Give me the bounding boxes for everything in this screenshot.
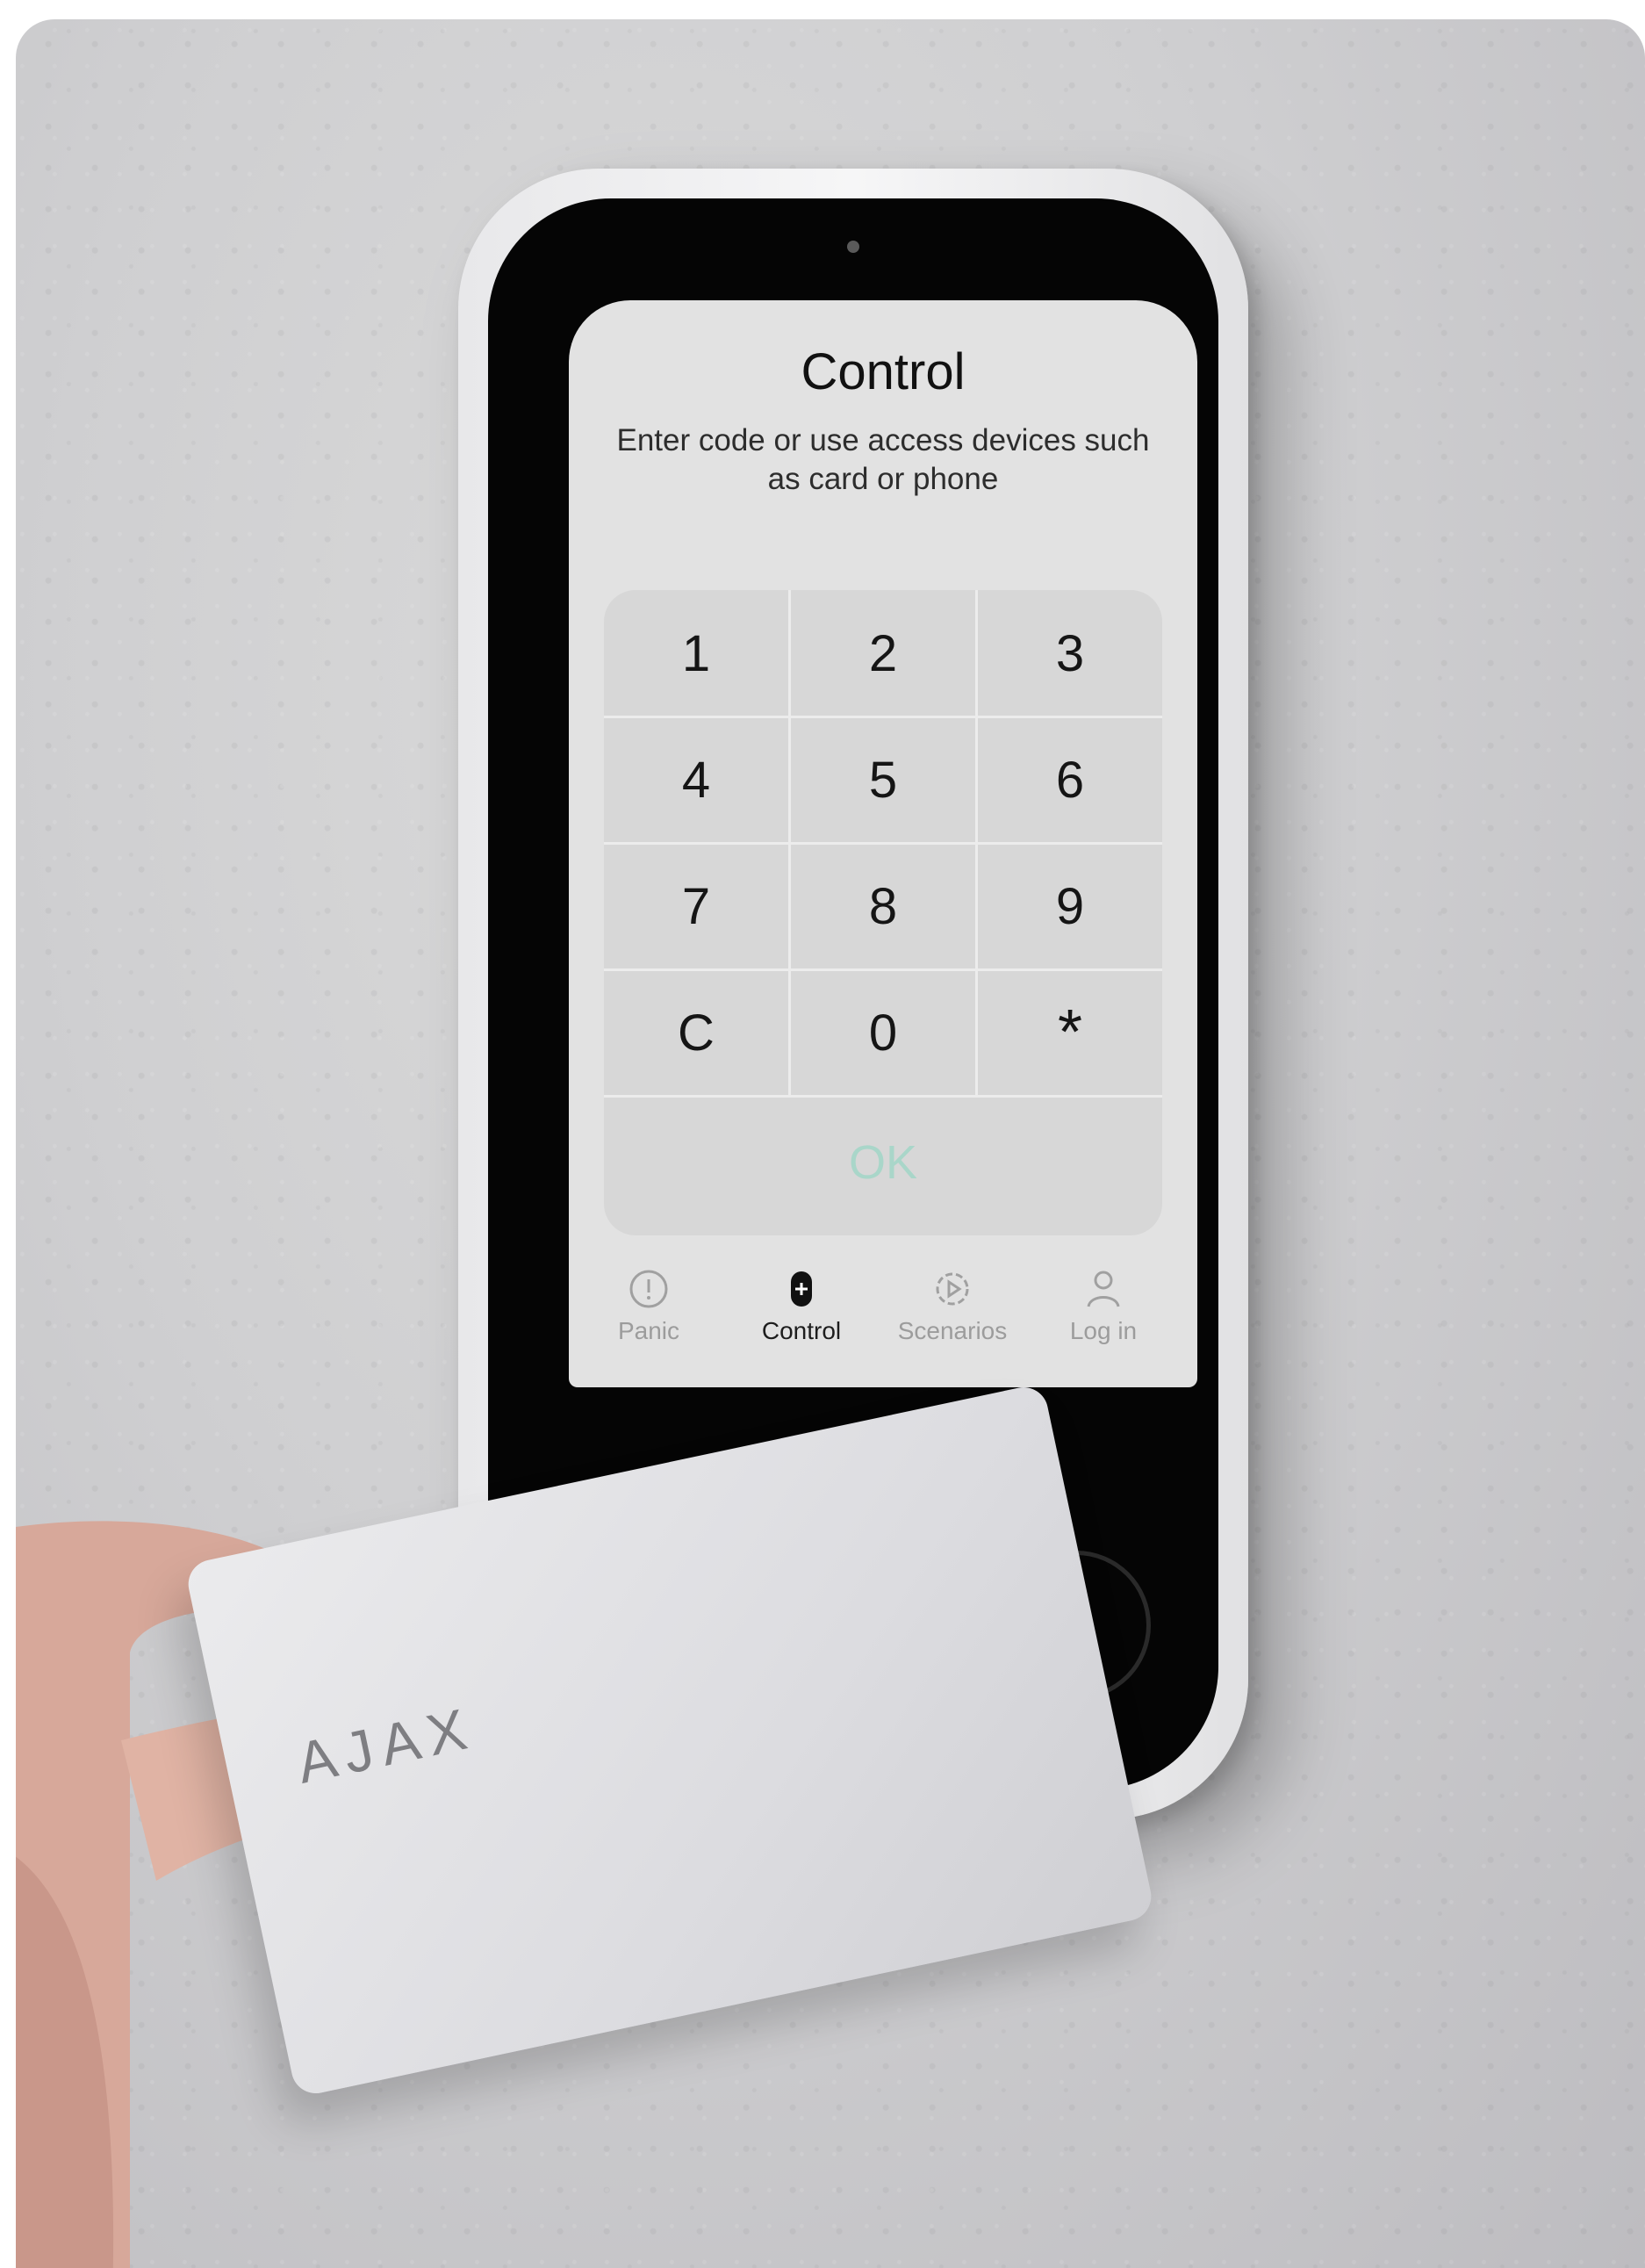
- nav-item-panic[interactable]: Panic: [574, 1266, 723, 1345]
- key-8[interactable]: 8: [791, 843, 975, 969]
- control-icon: [791, 1271, 812, 1307]
- keypad-divider: [604, 968, 1162, 971]
- keypad: 1 2 3 4 5 6 7 8 9 C 0 * OK: [604, 590, 1162, 1235]
- nav-label-control: Control: [761, 1317, 842, 1344]
- ok-button[interactable]: OK: [604, 1098, 1162, 1227]
- screen-title: Control: [801, 343, 966, 400]
- key-6[interactable]: 6: [978, 716, 1162, 843]
- key-5[interactable]: 5: [791, 716, 975, 843]
- user-icon: [1087, 1271, 1120, 1307]
- nav-item-scenarios[interactable]: Scenarios: [878, 1266, 1027, 1345]
- key-3[interactable]: 3: [978, 590, 1162, 716]
- camera-dot: [847, 241, 859, 253]
- nav-label-login: Log in: [1069, 1317, 1138, 1344]
- keypad-divider: [604, 1095, 1162, 1098]
- panic-icon: [629, 1270, 668, 1308]
- key-clear[interactable]: C: [604, 969, 788, 1096]
- nav-label-panic: Panic: [617, 1317, 680, 1344]
- key-4[interactable]: 4: [604, 716, 788, 843]
- key-asterisk[interactable]: *: [978, 969, 1162, 1096]
- scenarios-icon: [936, 1272, 969, 1306]
- key-7[interactable]: 7: [604, 843, 788, 969]
- key-1[interactable]: 1: [604, 590, 788, 716]
- nav-item-login[interactable]: Log in: [1029, 1266, 1178, 1345]
- card-logo: AJAX: [291, 1694, 481, 1796]
- nav-item-control[interactable]: Control: [727, 1266, 876, 1345]
- screen-subtitle: Enter code or use access devices such as…: [616, 423, 1150, 496]
- touch-screen: Control Enter code or use access devices…: [569, 300, 1197, 1387]
- key-9[interactable]: 9: [978, 843, 1162, 969]
- nav-label-scenarios: Scenarios: [897, 1317, 1008, 1344]
- photo-background: Control Enter code or use access devices…: [16, 19, 1645, 2268]
- key-2[interactable]: 2: [791, 590, 975, 716]
- keypad-divider: [604, 842, 1162, 845]
- key-0[interactable]: 0: [791, 969, 975, 1096]
- bottom-nav: Panic Control Scenarios Log in: [569, 1266, 1197, 1372]
- keypad-divider: [604, 716, 1162, 718]
